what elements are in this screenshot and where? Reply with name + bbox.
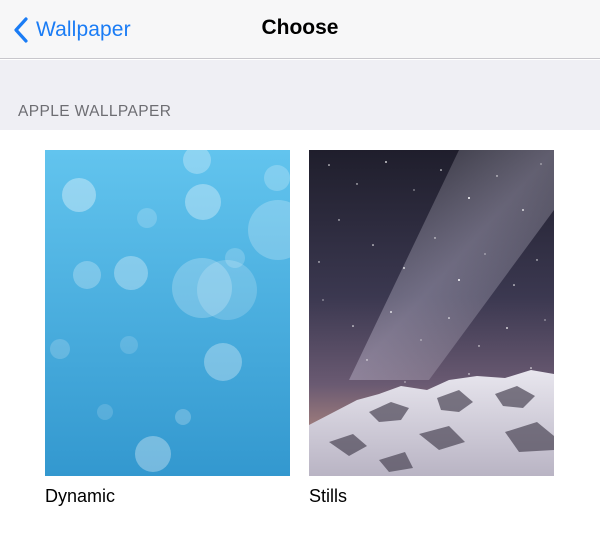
stills-wallpaper-thumbnail (309, 150, 554, 476)
page-title: Choose (261, 16, 339, 39)
wallpaper-tile-stills[interactable] (309, 150, 554, 476)
navigation-bar: Wallpaper Choose (0, 0, 600, 59)
section-header: APPLE WALLPAPER (18, 103, 172, 120)
wallpaper-label-stills: Stills (309, 486, 348, 506)
wallpaper-label-dynamic: Dynamic (45, 486, 116, 506)
wallpaper-tile-dynamic[interactable] (45, 150, 290, 476)
dynamic-wallpaper-thumbnail (45, 150, 290, 476)
